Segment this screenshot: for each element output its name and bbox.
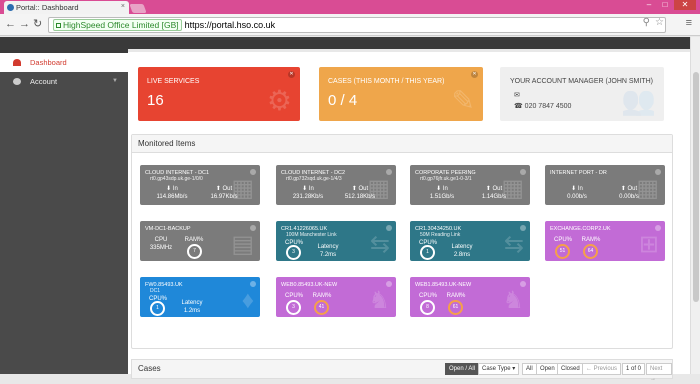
cpu-gauge: 8 <box>420 300 435 315</box>
tab-close-icon[interactable]: × <box>121 3 125 10</box>
cpu-gauge: 3 <box>286 300 301 315</box>
maximize-icon[interactable]: □ <box>658 0 672 10</box>
scrollbar-thumb[interactable] <box>693 72 699 302</box>
router-icon: ⇆ <box>503 231 524 258</box>
manager-phone: 020 7847 4500 <box>524 103 572 110</box>
back-icon[interactable]: ← <box>5 18 16 30</box>
cases-tile[interactable]: Cases (This Month / This Year) 0 / 4 ✕ ✎ <box>319 67 483 121</box>
firewall-icon: ♦ <box>241 287 254 314</box>
chevron-down-icon: ▼ <box>112 78 118 84</box>
new-tab-button[interactable] <box>129 4 147 13</box>
linux-icon: ♞ <box>502 287 524 314</box>
upload-icon: ⬆ <box>215 186 223 192</box>
lock-icon <box>56 23 61 28</box>
download-icon: ⬇ <box>302 186 309 192</box>
monitored-card[interactable]: Internet Port - DR ▦ ⬇ In 0.00b/s ⬆ Out 0.… <box>545 165 665 205</box>
previous-button[interactable]: ← Previous <box>582 363 622 375</box>
upload-icon: ⬆ <box>620 186 628 192</box>
panel-title: Monitored Items <box>132 135 672 153</box>
ram-gauge: 64 <box>583 244 598 259</box>
ram-gauge: 41 <box>314 300 329 315</box>
bookmark-star-icon[interactable]: ☆ <box>655 17 664 28</box>
sidebar-item-label: Account <box>30 77 58 86</box>
close-window-icon[interactable]: ✕ <box>674 0 696 10</box>
monitored-card[interactable]: WEB1.85493.UK-NEW ♞ CPU% 8 RAM% 61 <box>410 277 530 317</box>
sidebar-item-account[interactable]: Account ▼ <box>0 72 128 91</box>
close-icon[interactable]: ✕ <box>288 71 295 78</box>
people-icon: 👥 <box>621 85 656 116</box>
scrollbar[interactable] <box>690 37 700 374</box>
download-icon: ⬇ <box>166 186 173 192</box>
user-icon <box>13 78 21 85</box>
phone-icon: ☎ <box>514 103 525 110</box>
sidebar-item-dashboard[interactable]: Dashboard <box>0 53 128 72</box>
filter-closed-button[interactable]: Closed <box>557 363 584 375</box>
monitored-card[interactable]: Corporate Peering rt0.gp76jfr.uk.ge1-0-3… <box>410 165 530 205</box>
envelope-icon[interactable]: ✉ <box>514 91 520 99</box>
server-icon: ▤ <box>231 231 254 258</box>
dashboard-icon <box>13 59 21 66</box>
menu-icon[interactable]: ≡ <box>686 17 692 29</box>
account-manager-tile: Your Account Manager (John Smith) ✉ ☎ 02… <box>500 67 664 121</box>
top-bar <box>128 37 690 52</box>
monitored-card[interactable]: WEB0.85493.UK-NEW ♞ CPU% 3 RAM% 41 <box>276 277 396 317</box>
ev-certificate-badge[interactable]: HighSpeed Office Limited [GB] <box>53 19 182 31</box>
browser-toolbar: ← → ↻ HighSpeed Office Limited [GB] https… <box>0 14 700 36</box>
phone-row: ☎ 020 7847 4500 <box>514 102 571 110</box>
minimize-icon[interactable]: – <box>642 0 656 10</box>
gears-icon: ⚙ <box>266 85 292 116</box>
next-button[interactable]: Next → <box>646 363 672 382</box>
sidebar-item-label: Dashboard <box>30 58 67 67</box>
cpu-gauge: 1 <box>420 245 435 260</box>
address-bar[interactable]: HighSpeed Office Limited [GB] https://por… <box>48 17 666 33</box>
forward-icon[interactable]: → <box>19 18 30 30</box>
monitored-card[interactable]: Cloud Internet - DC2 rt0.gp732sqd.uk.ge-… <box>276 165 396 205</box>
cpu-gauge: 1 <box>150 301 165 316</box>
main-content: Live Services 16 ✕ ⚙ Cases (This Month /… <box>128 37 690 382</box>
monitored-card[interactable]: CR1.41226065.UK 100M Manchester Link ⇆ C… <box>276 221 396 261</box>
monitored-card[interactable]: Cloud Internet - DC1 rt0.gp43sdp.uk.ge-1… <box>140 165 260 205</box>
monitored-items-panel: Monitored Items Cloud Internet - DC1 rt0… <box>131 134 673 349</box>
open-all-toggle[interactable]: Open / All <box>445 363 480 375</box>
cases-title: Cases <box>138 364 161 373</box>
case-type-select[interactable]: Case Type ▾ <box>478 363 520 375</box>
cpu-gauge: 51 <box>555 244 570 259</box>
download-icon: ⬇ <box>436 186 443 192</box>
cases-label: Cases (This Month / This Year) <box>328 78 445 85</box>
monitored-card[interactable]: FW0.85493.UK DC1 ♦ CPU% 1 Latency 1.2ms <box>140 277 260 317</box>
monitored-card[interactable]: CR1.30434250.UK 50M Reading Link ⇆ CPU% … <box>410 221 530 261</box>
sidebar: Dashboard Account ▼ <box>0 37 128 374</box>
monitored-card[interactable]: EXCHANGE.CORP2.UK ⊞ CPU% 51 RAM% 64 <box>545 221 665 261</box>
page: Dashboard Account ▼ Live Services 16 ✕ ⚙… <box>0 37 690 382</box>
filter-all-button[interactable]: All <box>522 363 537 375</box>
window-controls: – □ ✕ <box>642 0 696 10</box>
download-icon: ⬇ <box>571 186 578 192</box>
filter-open-button[interactable]: Open <box>536 363 559 375</box>
cases-bg-icon: ✎ <box>451 85 475 116</box>
search-icon[interactable]: ⚲ <box>643 17 650 28</box>
cases-panel: Cases Open / All Case Type ▾ All Open Cl… <box>131 359 673 382</box>
monitored-card[interactable]: VM-DC1-BACKUP ▤ CPU 335MHz RAM% 7 <box>140 221 260 261</box>
cases-value: 0 / 4 <box>328 92 358 109</box>
browser-titlebar: Portal:: Dashboard × – □ ✕ <box>0 0 700 14</box>
upload-icon: ⬆ <box>351 186 359 192</box>
upload-icon: ⬆ <box>485 186 493 192</box>
router-icon: ⇆ <box>369 231 390 258</box>
linux-icon: ♞ <box>368 287 390 314</box>
reload-icon[interactable]: ↻ <box>33 18 42 30</box>
browser-tab[interactable]: Portal:: Dashboard × <box>4 1 129 14</box>
windows-icon: ⊞ <box>638 231 659 258</box>
cpu-gauge: 3 <box>286 245 301 260</box>
ram-gauge: 61 <box>448 300 463 315</box>
favicon-icon <box>7 4 14 11</box>
live-services-label: Live Services <box>147 78 200 85</box>
ram-gauge: 7 <box>187 244 202 259</box>
tab-title: Portal:: Dashboard <box>16 3 79 12</box>
close-icon[interactable]: ✕ <box>471 71 478 78</box>
chevron-down-icon: ▾ <box>512 366 516 372</box>
page-indicator: 1 of 0 <box>622 363 646 375</box>
live-services-value: 16 <box>147 92 164 109</box>
live-services-tile[interactable]: Live Services 16 ✕ ⚙ <box>138 67 300 121</box>
url-text: https://portal.hso.co.uk <box>184 20 276 30</box>
